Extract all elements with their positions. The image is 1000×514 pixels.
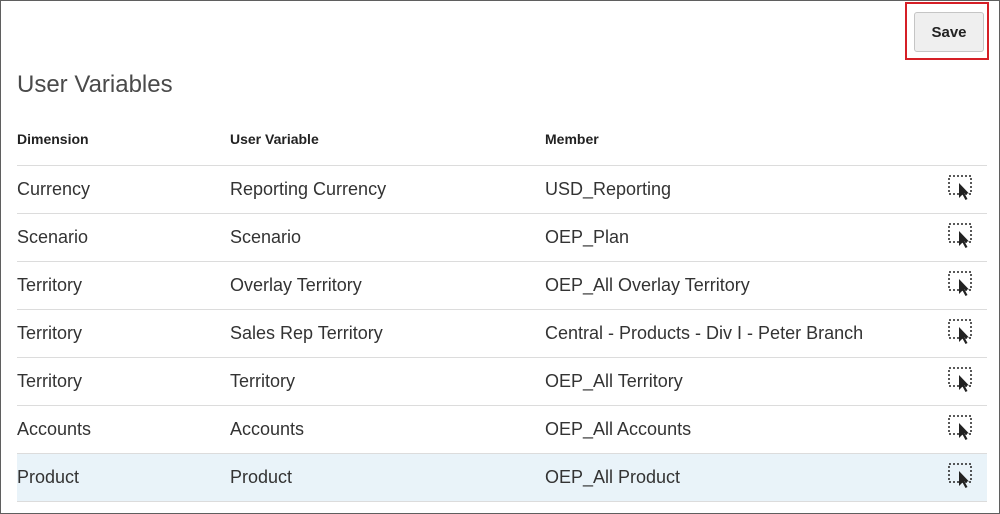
table-row[interactable]: Territory Territory OEP_All Territory — [17, 358, 987, 406]
dimension-cell: Scenario — [17, 227, 89, 247]
member-selector-icon[interactable] — [947, 366, 975, 394]
dimension-cell: Territory — [17, 275, 83, 295]
column-header-user-variable: User Variable — [230, 131, 319, 147]
dimension-cell: Accounts — [17, 419, 92, 439]
member-cell: USD_Reporting — [545, 179, 672, 199]
member-cell: OEP_All Overlay Territory — [545, 275, 750, 295]
member-selector-icon[interactable] — [947, 318, 975, 346]
dimension-cell: Product — [17, 467, 80, 487]
member-selector-icon[interactable] — [947, 174, 975, 202]
user-variable-cell: Accounts — [230, 419, 305, 439]
dimension-cell: Territory — [17, 323, 83, 343]
dimension-cell: Territory — [17, 371, 83, 391]
save-button[interactable]: Save — [914, 12, 984, 52]
member-selector-icon[interactable] — [947, 414, 975, 442]
member-selector-icon[interactable] — [947, 462, 975, 490]
user-variable-cell: Territory — [230, 371, 296, 391]
table-row[interactable]: Currency Reporting Currency USD_Reportin… — [17, 166, 987, 214]
column-header-member: Member — [545, 131, 599, 147]
table-row[interactable]: Territory Overlay Territory OEP_All Over… — [17, 262, 987, 310]
user-variable-cell: Reporting Currency — [230, 179, 387, 199]
user-variable-cell: Scenario — [230, 227, 302, 247]
member-cell: OEP_All Territory — [545, 371, 683, 391]
member-cell: OEP_All Product — [545, 467, 681, 487]
member-cell: OEP_All Accounts — [545, 419, 692, 439]
member-selector-icon[interactable] — [947, 270, 975, 298]
table-row-selected[interactable]: Product Product OEP_All Product — [17, 454, 987, 502]
member-selector-icon[interactable] — [947, 222, 975, 250]
member-cell: OEP_Plan — [545, 227, 630, 247]
member-cell: Central - Products - Div I - Peter Branc… — [545, 323, 864, 343]
table-row[interactable]: Scenario Scenario OEP_Plan — [17, 214, 987, 262]
dimension-cell: Currency — [17, 179, 91, 199]
table-header: Dimension User Variable Member — [17, 117, 987, 166]
user-variable-cell: Overlay Territory — [230, 275, 362, 295]
user-variable-cell: Product — [230, 467, 293, 487]
user-variables-dialog: Save User Variables Dimension User Varia… — [0, 0, 1000, 514]
user-variables-table: Dimension User Variable Member Currency … — [17, 117, 987, 502]
table-row[interactable]: Accounts Accounts OEP_All Accounts — [17, 406, 987, 454]
table-row[interactable]: Territory Sales Rep Territory Central - … — [17, 310, 987, 358]
column-header-dimension: Dimension — [17, 131, 89, 147]
user-variable-cell: Sales Rep Territory — [230, 323, 383, 343]
page-title: User Variables — [17, 71, 173, 98]
